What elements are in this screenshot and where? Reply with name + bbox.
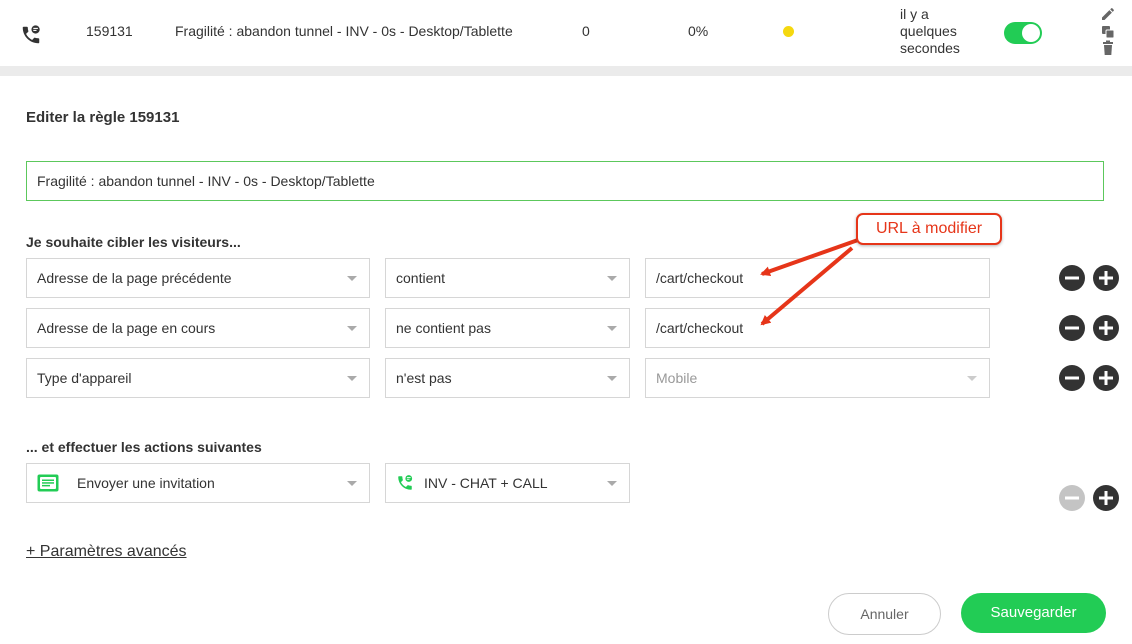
annotation-callout: URL à modifier (856, 213, 1002, 245)
annotation-arrows (760, 238, 859, 326)
